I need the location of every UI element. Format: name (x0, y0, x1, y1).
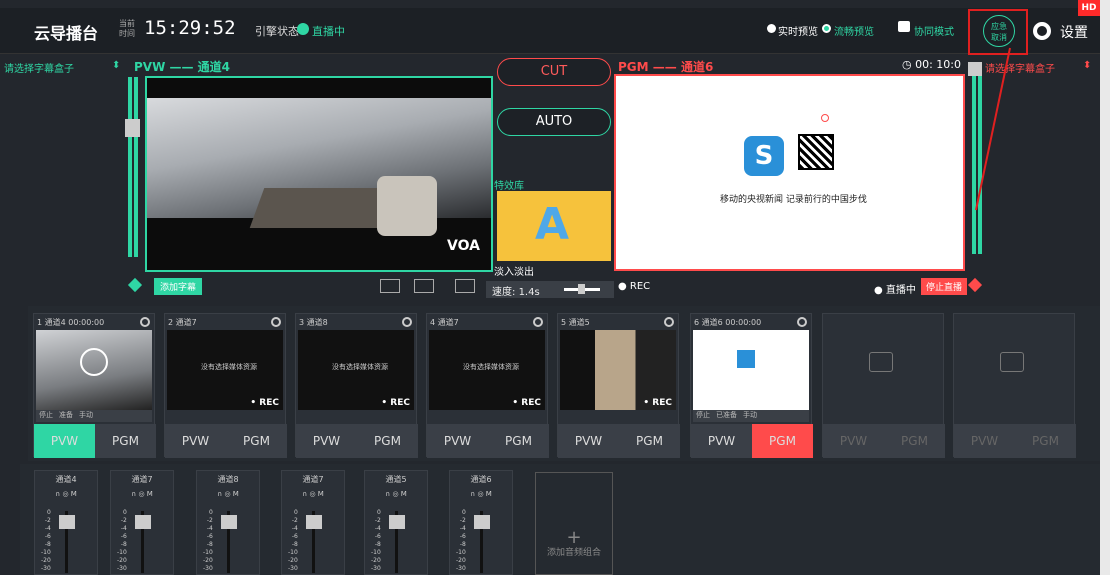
channel-header: 1 通道4 00:00:00 (34, 314, 154, 330)
mixer-controls[interactable]: ∩ ◎ M (35, 490, 97, 498)
channel-slot[interactable]: PVW PGM (953, 313, 1076, 458)
mixer-controls[interactable]: ∩ ◎ M (365, 490, 427, 498)
channel-status-bar: 停止 已准备 手动 (693, 410, 809, 422)
channel-slot[interactable]: 2 通道7 没有选择媒体资源 • REC PVW PGM (164, 313, 287, 458)
channel-preview (693, 330, 809, 410)
gear-icon[interactable] (664, 317, 674, 327)
pvw-button[interactable]: PVW (954, 424, 1015, 458)
play-icon[interactable] (80, 348, 108, 376)
status-tag[interactable]: 手动 (743, 411, 757, 419)
pgm-button[interactable]: PGM (752, 424, 813, 458)
channel-preview: 没有选择媒体资源 • REC (429, 330, 545, 410)
channel-preview (36, 330, 152, 410)
rec-indicator: • REC (643, 398, 672, 408)
status-tag[interactable]: 停止 (39, 411, 53, 419)
pgm-button[interactable]: PGM (619, 424, 680, 458)
fader-handle[interactable] (59, 515, 75, 529)
fader-handle[interactable] (306, 515, 322, 529)
pvw-button[interactable]: PVW (165, 424, 226, 458)
db-scale: 0 -2 -4 -6 -8 -10 -20 -30 (371, 509, 381, 572)
mixer-channel: 通道7 ∩ ◎ M 0 -2 -4 -6 -8 -10 -20 -30 (110, 470, 174, 575)
channel-header: 3 通道8 (296, 314, 416, 330)
mixer-channel: 通道6 ∩ ◎ M 0 -2 -4 -6 -8 -10 -20 -30 (449, 470, 513, 575)
mixer-channel: 通道8 ∩ ◎ M 0 -2 -4 -6 -8 -10 -20 -30 (196, 470, 260, 575)
empty-play-icon[interactable] (1000, 352, 1024, 372)
rec-indicator: • REC (381, 398, 410, 408)
db-scale: 0 -2 -4 -6 -8 -10 -20 -30 (41, 509, 51, 572)
mixer-controls[interactable]: ∩ ◎ M (111, 490, 173, 498)
channel-slot[interactable]: 6 通道6 00:00:00 停止 已准备 手动 PVW PGM (690, 313, 813, 458)
mixer-controls[interactable]: ∩ ◎ M (197, 490, 259, 498)
pvw-button[interactable]: PVW (558, 424, 619, 458)
channel-slot[interactable]: PVW PGM (822, 313, 945, 458)
channel-header: 5 通道5 (558, 314, 678, 330)
no-media-label: 没有选择媒体资源 (201, 363, 257, 371)
pgm-button[interactable]: PGM (95, 424, 156, 458)
status-tag[interactable]: 准备 (59, 411, 73, 419)
pvw-button[interactable]: PVW (296, 424, 357, 458)
pgm-button[interactable]: PGM (884, 424, 945, 458)
db-scale: 0 -2 -4 -6 -8 -10 -20 -30 (288, 509, 298, 572)
channel-slot[interactable]: 5 通道5 • REC PVW PGM (557, 313, 680, 458)
status-tag[interactable]: 手动 (79, 411, 93, 419)
fader-handle[interactable] (389, 515, 405, 529)
rec-indicator: • REC (250, 398, 279, 408)
mixer-controls[interactable]: ∩ ◎ M (450, 490, 512, 498)
gear-icon[interactable] (140, 317, 150, 327)
gear-icon[interactable] (402, 317, 412, 327)
mixer-channel-name: 通道8 (217, 475, 239, 484)
status-tag[interactable]: 已准备 (716, 411, 737, 419)
fader-handle[interactable] (221, 515, 237, 529)
gear-icon[interactable] (797, 317, 807, 327)
channel-header: 2 通道7 (165, 314, 285, 330)
director-app: 云导播台 当前 时间 15:29:52 引擎状态 直播中 实时预览 流畅预览 协同… (0, 0, 1100, 575)
status-tag[interactable]: 停止 (696, 411, 710, 419)
mixer-channel: 通道7 ∩ ◎ M 0 -2 -4 -6 -8 -10 -20 -30 (281, 470, 345, 575)
channel-preview: 没有选择媒体资源 • REC (167, 330, 283, 410)
gear-icon[interactable] (533, 317, 543, 327)
fader-handle[interactable] (135, 515, 151, 529)
channel-status-bar: 停止 准备 手动 (36, 410, 152, 422)
no-media-label: 没有选择媒体资源 (463, 363, 519, 371)
pgm-button[interactable]: PGM (226, 424, 287, 458)
channel-preview: 没有选择媒体资源 • REC (298, 330, 414, 410)
channel-preview: • REC (560, 330, 676, 410)
mixer-channel-name: 通道7 (302, 475, 324, 484)
channel-header: 6 通道6 00:00:00 (691, 314, 811, 330)
fader-handle[interactable] (474, 515, 490, 529)
mixer-channel-name: 通道5 (385, 475, 407, 484)
db-scale: 0 -2 -4 -6 -8 -10 -20 -30 (456, 509, 466, 572)
mixer-channel: 通道5 ∩ ◎ M 0 -2 -4 -6 -8 -10 -20 -30 (364, 470, 428, 575)
mixer-channel-name: 通道6 (470, 475, 492, 484)
cctv-mini-logo (737, 350, 755, 368)
db-scale: 0 -2 -4 -6 -8 -10 -20 -30 (117, 509, 127, 572)
mixer-channel-name: 通道7 (131, 475, 153, 484)
pgm-button[interactable]: PGM (1015, 424, 1076, 458)
channel-header: 4 通道7 (427, 314, 547, 330)
channel-slot[interactable]: 1 通道4 00:00:00 停止 准备 手动 PVW PGM (33, 313, 156, 458)
pgm-button[interactable]: PGM (357, 424, 418, 458)
no-media-label: 没有选择媒体资源 (332, 363, 388, 371)
channel-slot[interactable]: 4 通道7 没有选择媒体资源 • REC PVW PGM (426, 313, 549, 458)
mixer-channel-name: 通道4 (55, 475, 77, 484)
empty-play-icon[interactable] (869, 352, 893, 372)
channel-slot[interactable]: 3 通道8 没有选择媒体资源 • REC PVW PGM (295, 313, 418, 458)
pvw-button[interactable]: PVW (691, 424, 752, 458)
pvw-button[interactable]: PVW (34, 424, 95, 458)
gear-icon[interactable] (271, 317, 281, 327)
mixer-controls[interactable]: ∩ ◎ M (282, 490, 344, 498)
pvw-button[interactable]: PVW (427, 424, 488, 458)
pgm-button[interactable]: PGM (488, 424, 549, 458)
mixer-channel: 通道4 ∩ ◎ M 0 -2 -4 -6 -8 -10 -20 -30 (34, 470, 98, 575)
pvw-button[interactable]: PVW (823, 424, 884, 458)
add-audio-group-button[interactable]: + 添加音频组合 (535, 472, 613, 575)
rec-indicator: • REC (512, 398, 541, 408)
db-scale: 0 -2 -4 -6 -8 -10 -20 -30 (203, 509, 213, 572)
